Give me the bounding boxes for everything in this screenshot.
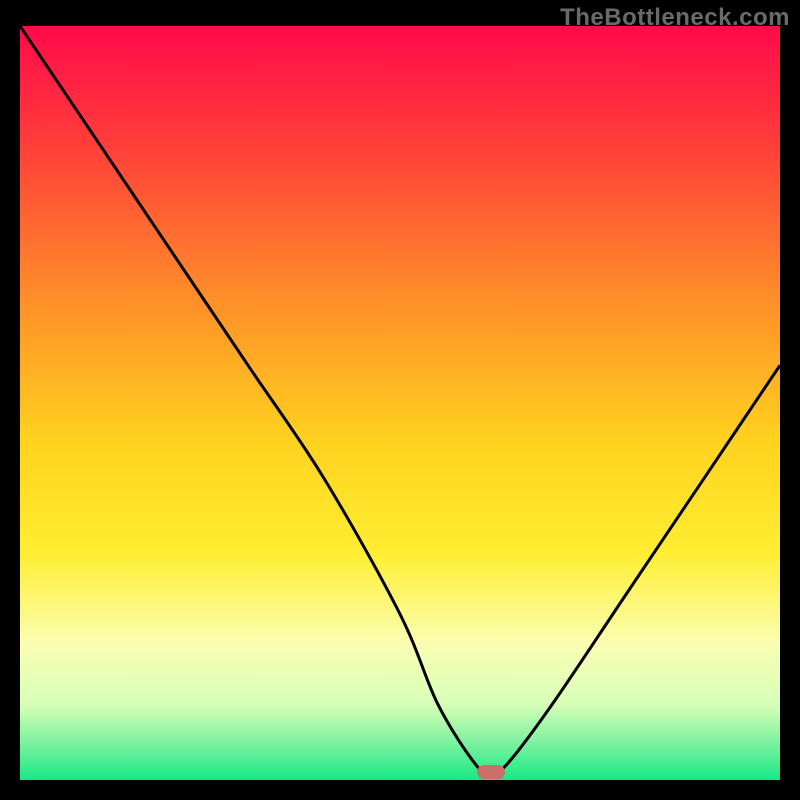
- bottleneck-curve: [20, 26, 780, 780]
- chart-frame: TheBottleneck.com: [0, 0, 800, 800]
- plot-area: [20, 26, 780, 780]
- watermark-label: TheBottleneck.com: [560, 4, 790, 32]
- curve-path: [20, 26, 780, 773]
- minimum-marker: [477, 765, 505, 779]
